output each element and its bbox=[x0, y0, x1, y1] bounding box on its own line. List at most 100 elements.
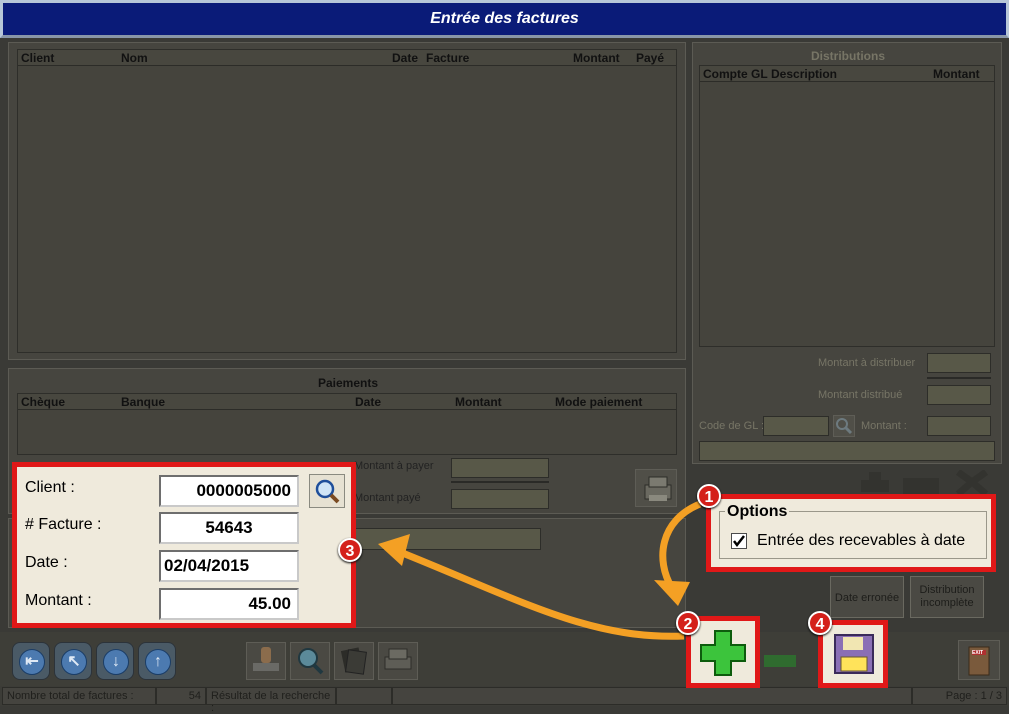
plus-icon bbox=[861, 472, 889, 492]
add-invoice-button[interactable] bbox=[697, 627, 749, 677]
dist-delete-button[interactable] bbox=[952, 469, 992, 497]
status-spacer bbox=[392, 687, 912, 705]
payments-title: Paiements bbox=[317, 376, 379, 390]
delete-icon bbox=[955, 469, 989, 497]
distribution-incomplete-label: Distribution incomplète bbox=[919, 584, 975, 609]
col-client[interactable]: Client bbox=[21, 51, 54, 65]
distribution-separator bbox=[927, 377, 991, 379]
amount-to-distribute-label: Montant à distribuer bbox=[818, 357, 916, 369]
plus-icon bbox=[700, 630, 746, 676]
distributions-title: Distributions bbox=[811, 49, 885, 63]
invoice-list-grid[interactable]: Client Nom Date Facture Montant Payé bbox=[17, 49, 677, 353]
options-title: Options bbox=[725, 503, 790, 521]
save-icon bbox=[834, 634, 874, 674]
message-field bbox=[355, 528, 541, 550]
invoice-list-panel: Client Nom Date Facture Montant Payé bbox=[8, 42, 686, 360]
date-label: Date : bbox=[25, 554, 68, 571]
amount-distributed-field bbox=[927, 385, 991, 405]
receivables-checkbox-label[interactable]: Entrée des recevables à date bbox=[757, 532, 965, 550]
payments-separator bbox=[451, 481, 549, 483]
col-compte-gl[interactable]: Compte GL bbox=[703, 67, 768, 81]
date-input[interactable]: 02/04/2015 bbox=[159, 550, 299, 582]
search-icon bbox=[315, 479, 340, 504]
dist-add-button[interactable] bbox=[855, 470, 895, 496]
col-dist-montant[interactable]: Montant bbox=[933, 67, 980, 81]
col-paye[interactable]: Payé bbox=[636, 51, 664, 65]
distributions-grid[interactable]: Compte GL Description Montant bbox=[699, 65, 995, 347]
badge-4: 4 bbox=[808, 611, 832, 635]
dist-description-field bbox=[699, 441, 995, 461]
dist-amount-field[interactable] bbox=[927, 416, 991, 436]
status-page: Page : 1 / 3 bbox=[912, 687, 1007, 705]
exit-button[interactable]: EXIT bbox=[958, 640, 1000, 680]
window-title: Entrée des factures bbox=[430, 10, 579, 27]
col-montant[interactable]: Montant bbox=[573, 51, 620, 65]
col-description[interactable]: Description bbox=[771, 67, 837, 81]
document-stack-icon bbox=[340, 647, 368, 675]
print-list-button[interactable] bbox=[378, 642, 418, 680]
col-banque[interactable]: Banque bbox=[121, 395, 165, 409]
client-input[interactable]: 0000005000 bbox=[159, 475, 299, 507]
amount-paid-label: Montant payé bbox=[354, 492, 421, 504]
distribution-incomplete-button[interactable]: Distribution incomplète bbox=[910, 576, 984, 618]
amount-paid-field bbox=[451, 489, 549, 509]
gl-code-field[interactable] bbox=[763, 416, 829, 436]
col-pay-date[interactable]: Date bbox=[355, 395, 381, 409]
save-button[interactable] bbox=[829, 629, 879, 679]
printer-icon bbox=[384, 648, 412, 670]
client-label: Client : bbox=[25, 479, 75, 496]
amount-to-pay-field bbox=[451, 458, 549, 478]
col-nom[interactable]: Nom bbox=[121, 51, 148, 65]
badge-3: 3 bbox=[338, 538, 362, 562]
dist-amount-label: Montant : bbox=[861, 420, 907, 432]
stamp-icon bbox=[253, 647, 279, 671]
invoice-number-label: # Facture : bbox=[25, 516, 102, 533]
col-facture[interactable]: Facture bbox=[426, 51, 469, 65]
exit-icon bbox=[968, 646, 990, 676]
nav-next-icon: ↓ bbox=[103, 649, 129, 675]
col-mode[interactable]: Mode paiement bbox=[555, 395, 642, 409]
date-error-label: Date erronée bbox=[834, 592, 900, 604]
options-highlight: Options Entrée des recevables à date bbox=[706, 494, 996, 572]
distributions-panel: Distributions Compte GL Description Mont… bbox=[692, 42, 1002, 464]
col-pay-montant[interactable]: Montant bbox=[455, 395, 502, 409]
nav-last-button[interactable]: ↑ bbox=[138, 642, 176, 680]
nav-next-button[interactable]: ↓ bbox=[96, 642, 134, 680]
invoice-form-highlight: Client : 0000005000 # Facture : 54643 Da… bbox=[12, 462, 356, 628]
status-total-label: Nombre total de factures : bbox=[2, 687, 156, 705]
nav-prev-button[interactable]: ↖ bbox=[54, 642, 92, 680]
nav-first-button[interactable]: ⇤ bbox=[12, 642, 50, 680]
gl-search-button[interactable] bbox=[833, 415, 855, 437]
col-date[interactable]: Date bbox=[392, 51, 418, 65]
amount-input[interactable]: 45.00 bbox=[159, 588, 299, 620]
gl-code-label: Code de GL : bbox=[699, 420, 765, 432]
status-total-value: 54 bbox=[156, 687, 206, 705]
remove-invoice-button[interactable] bbox=[764, 655, 796, 667]
documents-button[interactable] bbox=[334, 642, 374, 680]
search-icon bbox=[836, 418, 853, 435]
printer-icon bbox=[644, 476, 672, 501]
distributions-header: Compte GL Description Montant bbox=[700, 66, 994, 82]
nav-last-icon: ↑ bbox=[145, 649, 171, 675]
col-cheque[interactable]: Chèque bbox=[21, 395, 65, 409]
receivables-checkbox[interactable] bbox=[731, 533, 747, 549]
invoice-number-input[interactable]: 54643 bbox=[159, 512, 299, 544]
amount-label: Montant : bbox=[25, 592, 92, 609]
amount-to-pay-label: Montant à payer bbox=[354, 460, 434, 472]
client-search-button[interactable] bbox=[309, 474, 345, 508]
print-button[interactable] bbox=[635, 469, 677, 507]
badge-2: 2 bbox=[676, 611, 700, 635]
amount-distributed-label: Montant distribué bbox=[818, 389, 903, 401]
payments-header: Chèque Banque Date Montant Mode paiement bbox=[18, 394, 676, 410]
amount-to-distribute-field bbox=[927, 353, 991, 373]
date-error-button[interactable]: Date erronée bbox=[830, 576, 904, 618]
status-search-label: Résultat de la recherche : bbox=[206, 687, 336, 714]
zoom-icon bbox=[298, 648, 324, 675]
payments-grid[interactable]: Chèque Banque Date Montant Mode paiement bbox=[17, 393, 677, 455]
nav-first-icon: ⇤ bbox=[19, 649, 45, 675]
exit-label: EXIT bbox=[972, 650, 984, 656]
window-title-bar: Entrée des factures bbox=[0, 0, 1009, 38]
nav-prev-icon: ↖ bbox=[61, 649, 87, 675]
stamp-button[interactable] bbox=[246, 642, 286, 680]
zoom-button[interactable] bbox=[290, 642, 330, 680]
